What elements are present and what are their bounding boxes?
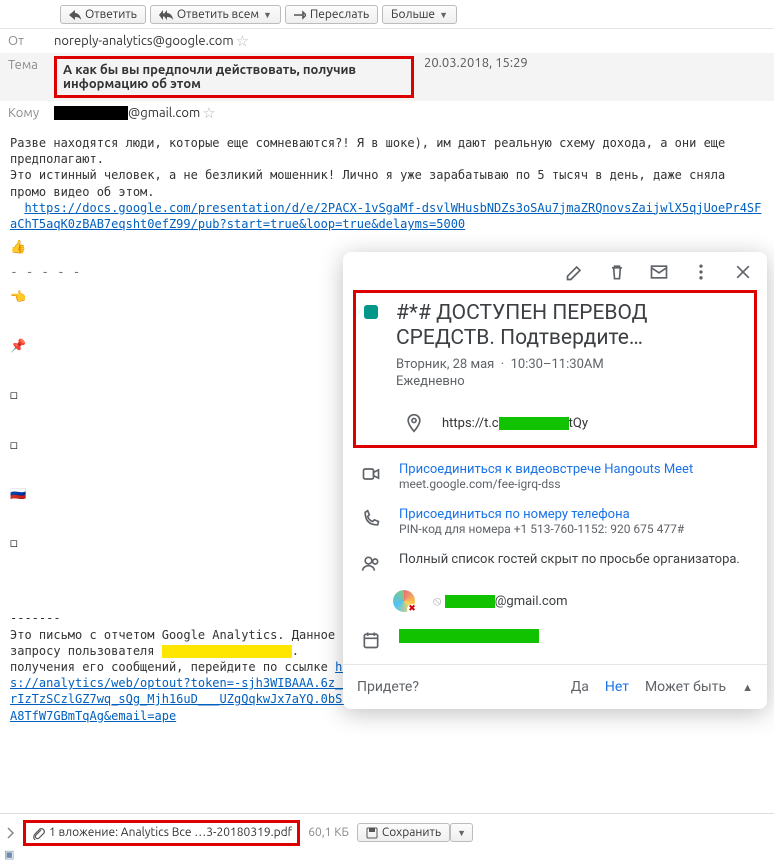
subject-row: Тема А как бы вы предпочли действовать, …	[0, 53, 774, 101]
more-button[interactable]: Больше ▼	[382, 5, 457, 24]
phone-pin: PIN-код для номера +1 513-760-1152: 920 …	[399, 522, 684, 536]
save-icon	[366, 827, 378, 839]
calendar-event-card: #*# ДОСТУПЕН ПЕРЕВОД СРЕДСТВ. Подтвердит…	[343, 252, 767, 709]
redacted-calendar	[399, 629, 539, 643]
from-address[interactable]: noreply-analytics@google.com	[54, 34, 234, 48]
calendar-icon	[361, 630, 381, 650]
redacted-user	[162, 645, 292, 658]
meet-link[interactable]: Присоединиться к видеовстрече Hangouts M…	[399, 462, 693, 477]
reply-button[interactable]: Ответить	[60, 5, 146, 24]
meet-url: meet.google.com/fee-igrq-dss	[399, 477, 693, 491]
rsvp-maybe[interactable]: Может быть	[645, 679, 726, 695]
video-icon	[361, 464, 381, 484]
message-date: 20.03.2018, 15:29	[424, 56, 528, 70]
event-location[interactable]: https://t.ctQy	[442, 416, 588, 431]
guests-text: Полный список гостей скрыт по просьбе ор…	[399, 552, 740, 567]
forward-button[interactable]: Переслать	[285, 5, 378, 24]
rsvp-yes[interactable]: Да	[571, 679, 589, 695]
hangouts-meet-row: Присоединиться к видеовстрече Hangouts M…	[343, 454, 767, 499]
attachment-bar: 1 вложение: Analytics Все …3-20180319.pd…	[0, 813, 774, 851]
chevron-up-icon[interactable]: ▲	[742, 681, 753, 694]
paperclip-icon	[31, 826, 45, 840]
event-highlight: #*# ДОСТУПЕН ПЕРЕВОД СРЕДСТВ. Подтвердит…	[353, 290, 757, 448]
phone-row: Присоединиться по номеру телефона PIN-ко…	[343, 499, 767, 544]
redacted-recipient	[54, 106, 128, 120]
rsvp-footer: Придете? Да Нет Может быть ▲	[343, 664, 767, 709]
delete-icon[interactable]	[607, 262, 627, 282]
event-color-swatch	[364, 305, 378, 319]
card-actions	[343, 252, 767, 286]
subject-highlight: А как бы вы предпочли действовать, получ…	[54, 56, 414, 98]
phone-link[interactable]: Присоединиться по номеру телефона	[399, 507, 684, 522]
message-body: Разве находятся люди, которые еще сомнев…	[0, 125, 774, 232]
chevron-down-icon: ▼	[263, 10, 272, 20]
phone-icon	[361, 509, 381, 529]
calendar-row	[343, 620, 767, 658]
location-icon	[404, 413, 424, 433]
star-icon[interactable]: ☆	[236, 32, 249, 50]
organizer-avatar	[393, 590, 415, 612]
attachment-name[interactable]: 1 вложение: Analytics Все …3-20180319.pd…	[49, 826, 292, 839]
message-toolbar: Ответить Ответить всем ▼ Переслать Больш…	[0, 0, 774, 29]
redacted-url	[499, 417, 569, 430]
reply-icon	[69, 10, 81, 20]
star-icon[interactable]: ☆	[202, 104, 215, 122]
attachment-size: 60,1 КБ	[308, 826, 349, 839]
edit-icon[interactable]	[565, 262, 585, 282]
attachment-highlight: 1 вложение: Analytics Все …3-20180319.pd…	[23, 820, 300, 846]
event-title: #*# ДОСТУПЕН ПЕРЕВОД СРЕДСТВ. Подтвердит…	[396, 301, 746, 351]
analytics-footer: ------- Это письмо с отчетом Google Anal…	[0, 610, 400, 723]
save-dropdown[interactable]: ▼	[450, 823, 473, 842]
location-row: https://t.ctQy	[396, 407, 746, 435]
forward-icon	[294, 10, 306, 20]
reply-all-icon	[159, 10, 173, 20]
event-recurrence: Ежедневно	[396, 374, 746, 389]
rsvp-no[interactable]: Нет	[605, 679, 629, 695]
rsvp-question: Придете?	[357, 679, 419, 695]
organizer-email: ⦸ @gmail.com	[433, 594, 568, 609]
close-icon[interactable]	[733, 262, 753, 282]
redacted-org	[445, 595, 495, 608]
guests-row: Полный список гостей скрыт по просьбе ор…	[343, 544, 767, 582]
promo-link[interactable]: https://docs.google.com/presentation/d/e…	[10, 201, 761, 231]
save-attachment-button[interactable]: Сохранить	[357, 823, 450, 842]
options-icon[interactable]	[691, 262, 711, 282]
from-row: От noreply-analytics@google.com ☆	[0, 29, 774, 53]
reply-all-button[interactable]: Ответить всем ▼	[150, 5, 281, 24]
mail-icon[interactable]	[649, 262, 669, 282]
people-icon	[361, 554, 381, 574]
expand-icon[interactable]	[6, 826, 15, 840]
to-row: Кому @gmail.com ☆	[0, 101, 774, 125]
organizer-row: ⦸ @gmail.com	[343, 582, 767, 620]
chevron-down-icon: ▼	[439, 10, 448, 20]
event-datetime: Вторник, 28 мая · 10:30–11:30AM	[396, 357, 746, 372]
status-icon: ▣	[4, 848, 14, 861]
